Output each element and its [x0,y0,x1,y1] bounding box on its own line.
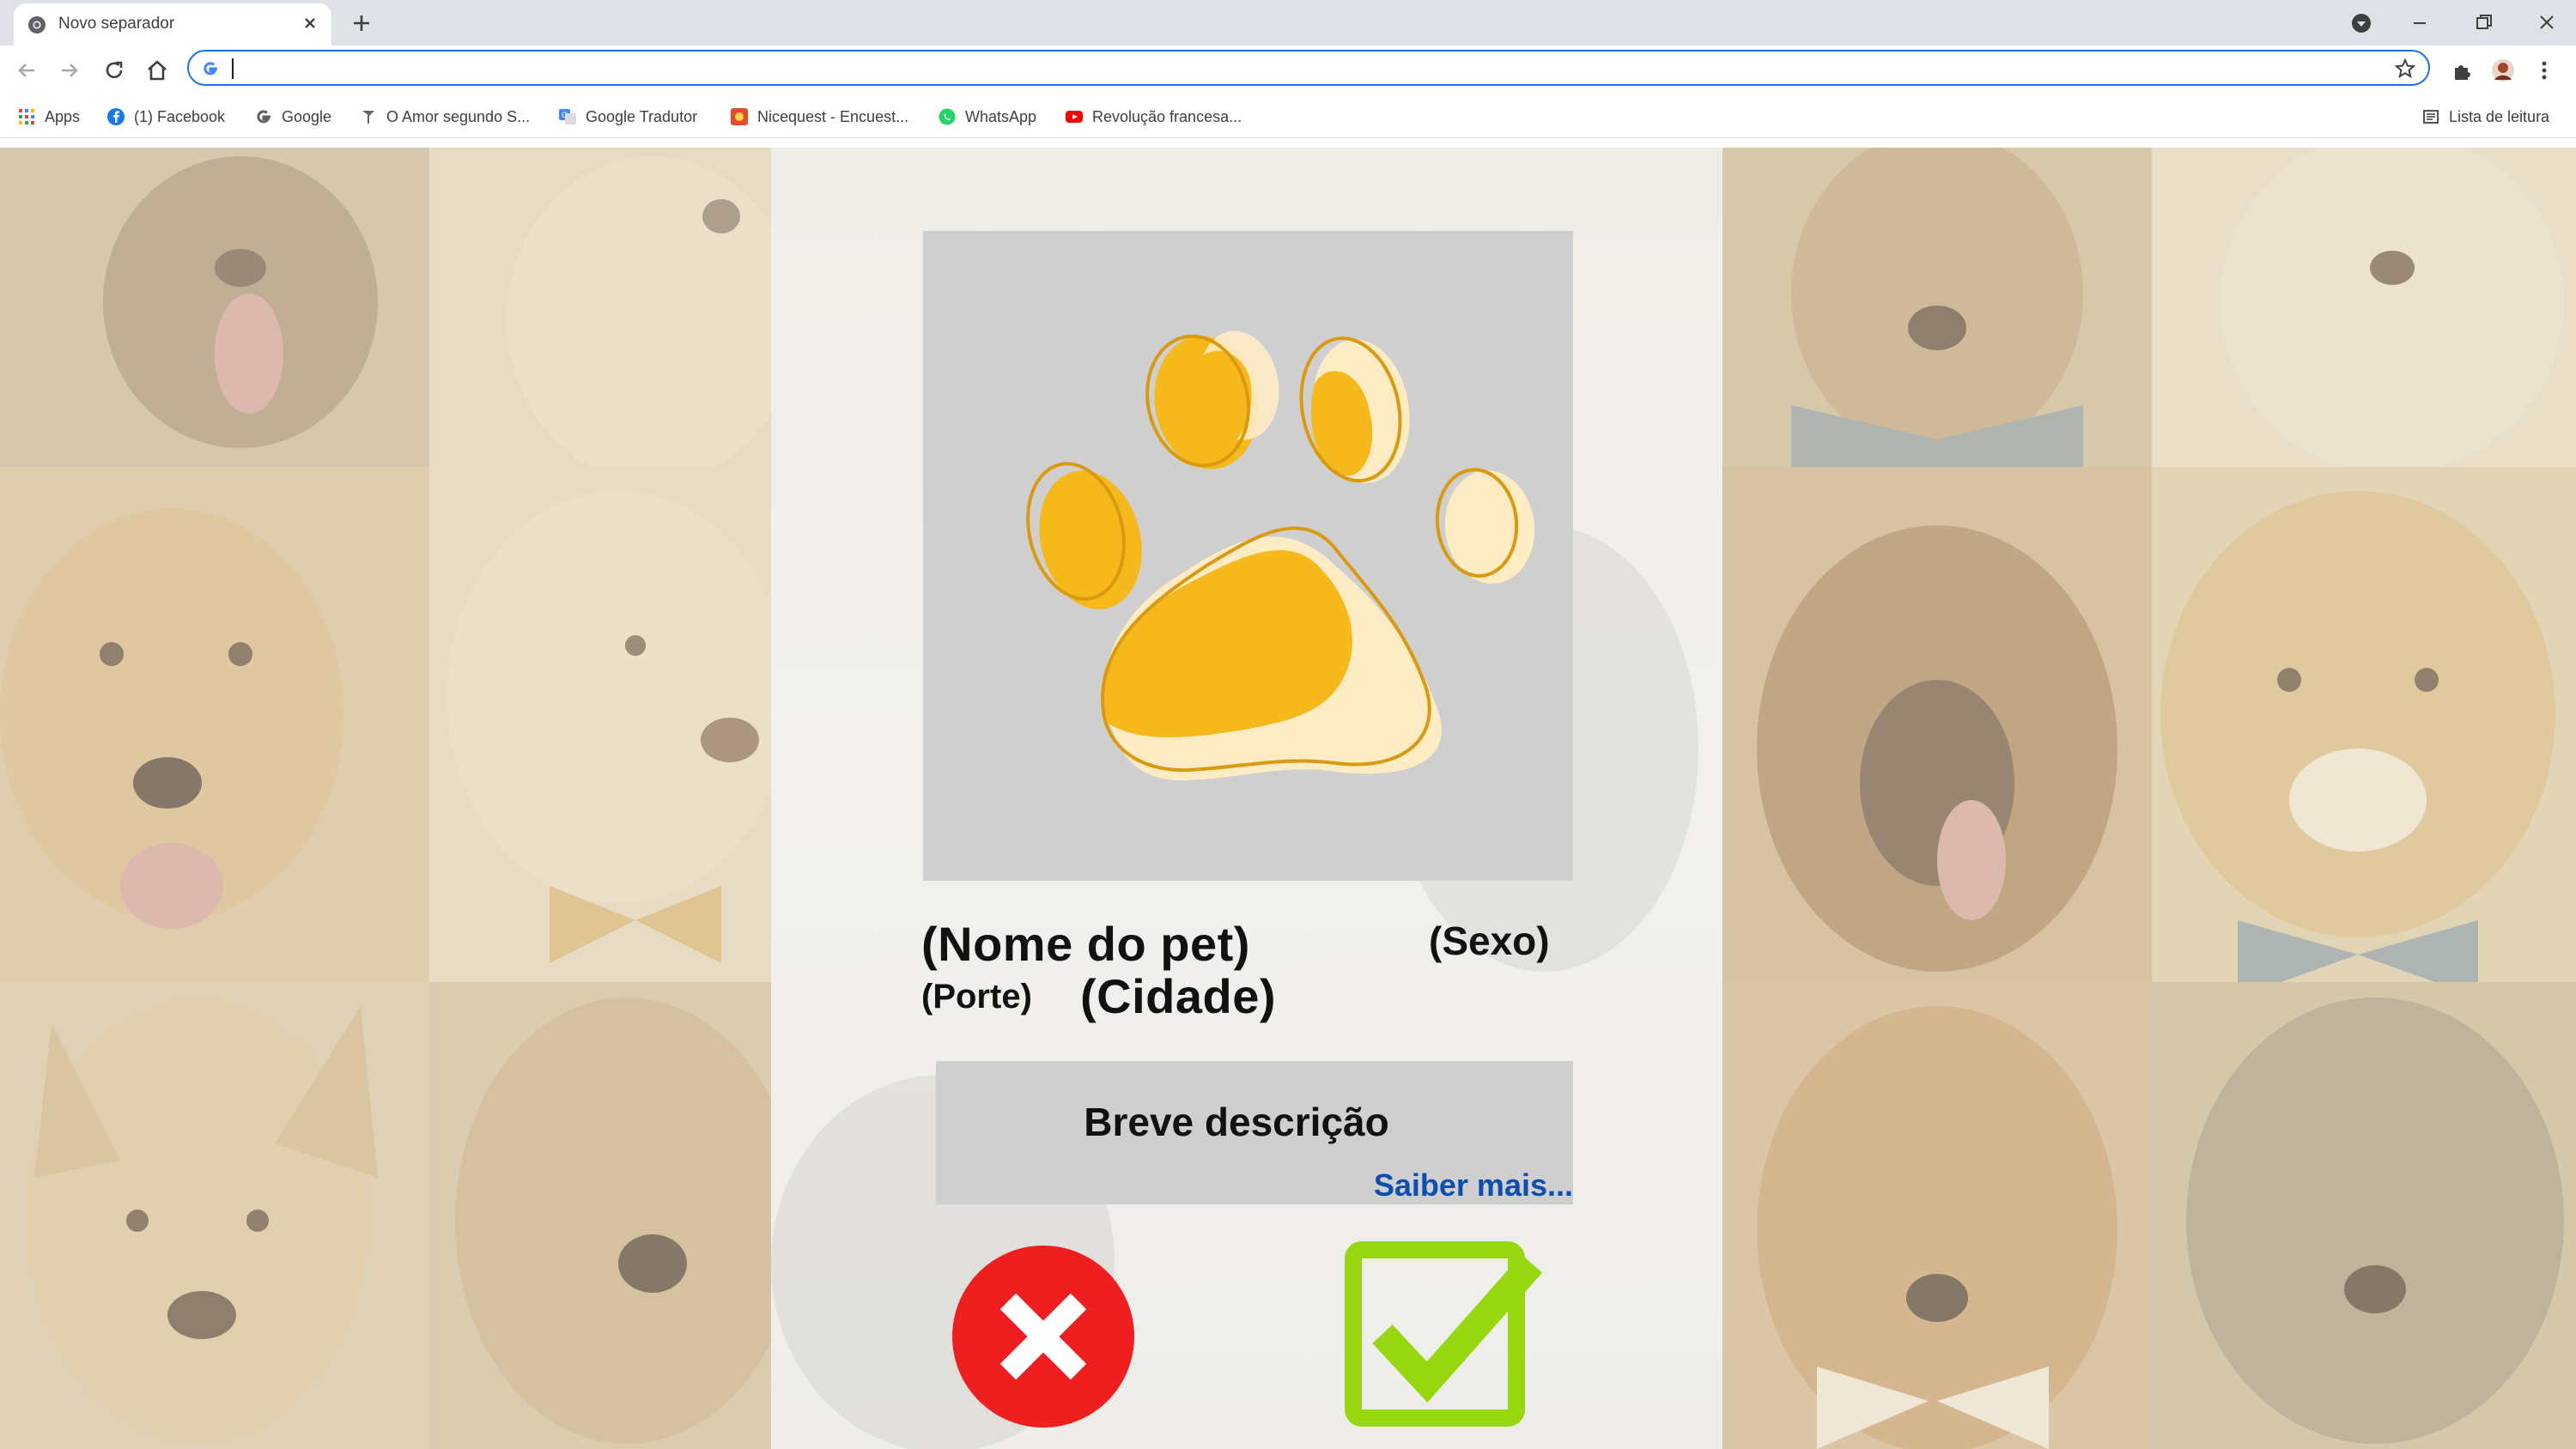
tab-title: Novo separador [58,15,175,33]
reload-icon[interactable] [100,56,129,85]
description-box: Breve descrição Saiber mais... [936,1061,1573,1204]
tab-strip: Novo separador [0,0,2576,45]
close-window-icon[interactable] [2528,5,2566,39]
pet-photo-placeholder [923,231,1573,881]
dog-photo-collage-left [0,148,771,1449]
bookmark-label: O Amor segundo S... [386,107,531,125]
bookmark-label: Revolução francesa... [1092,107,1242,125]
bookmark-apps[interactable]: Apps [17,102,80,131]
menu-kebab-icon[interactable] [2530,56,2559,85]
page-viewport: (Nome do pet) (Sexo) (Porte) (Cidade) Br… [0,148,2576,1449]
reading-list-icon [2423,110,2439,124]
paw-print-icon [1026,330,1535,780]
more-info-link[interactable]: Saiber mais... [1374,1167,1573,1203]
bookmark-facebook[interactable]: (1) Facebook [106,102,225,131]
svg-text:G: G [562,112,568,120]
reading-list-label: Lista de leitura [2449,107,2550,125]
bookmark-label: (1) Facebook [134,107,226,125]
bookmark-label: Google [282,107,332,125]
page-icon [362,111,374,124]
forward-icon[interactable] [55,56,84,85]
pet-size-label: (Porte) [921,978,1032,1016]
dog-photo-collage-right [1722,148,2576,1449]
accept-button[interactable] [1345,1238,1547,1435]
facebook-icon [107,108,125,125]
google-icon [204,62,217,76]
bookmark-google-tradutor[interactable]: G Google Tradutor [558,102,697,131]
bookmark-revolucao-francesa[interactable]: Revolução francesa... [1065,102,1242,131]
back-icon[interactable] [12,56,41,85]
bookmark-amor-segundo[interactable]: O Amor segundo S... [359,102,530,131]
bookmark-star-icon[interactable] [2394,58,2416,80]
close-tab-icon[interactable] [299,12,321,34]
restore-icon[interactable] [2464,5,2502,39]
pet-sex-label: (Sexo) [1429,919,1550,963]
profile-avatar-icon[interactable] [2488,56,2518,85]
new-tab-icon[interactable] [347,9,376,38]
bookmark-nicequest[interactable]: Nicequest - Encuest... [730,102,908,131]
home-icon[interactable] [143,56,172,85]
bookmark-label: Apps [45,107,81,125]
reading-list-button[interactable]: Lista de leitura [2421,102,2549,131]
description-title: Breve descrição [1084,1100,1389,1144]
pet-city-label: (Cidade) [1080,969,1276,1023]
chrome-icon [28,16,46,33]
whatsapp-icon [939,108,956,125]
nicequest-icon [731,108,748,125]
bookmarks-bar: Apps (1) Facebook Google O Amor segundo … [0,95,2576,138]
pet-name-label: (Nome do pet) [921,917,1250,971]
profile-menu-icon[interactable] [2342,5,2380,39]
bookmark-label: Google Tradutor [586,107,698,125]
address-bar[interactable] [187,50,2430,86]
bookmark-label: WhatsApp [965,107,1037,125]
bookmark-whatsapp[interactable]: WhatsApp [938,102,1036,131]
address-input[interactable] [240,55,2339,82]
google-icon [257,110,270,124]
browser-toolbar [0,45,2576,95]
text-caret [232,58,234,79]
bookmark-label: Nicequest - Encuest... [757,107,909,125]
reject-button[interactable] [951,1245,1135,1428]
tab-novo-separador[interactable]: Novo separador [14,3,331,45]
apps-grid-icon [19,109,34,124]
translate-icon: G [559,109,576,124]
minimize-icon[interactable] [2401,5,2439,39]
bookmark-google[interactable]: Google [254,102,331,131]
extensions-icon[interactable] [2447,56,2476,85]
youtube-icon [1066,111,1083,123]
